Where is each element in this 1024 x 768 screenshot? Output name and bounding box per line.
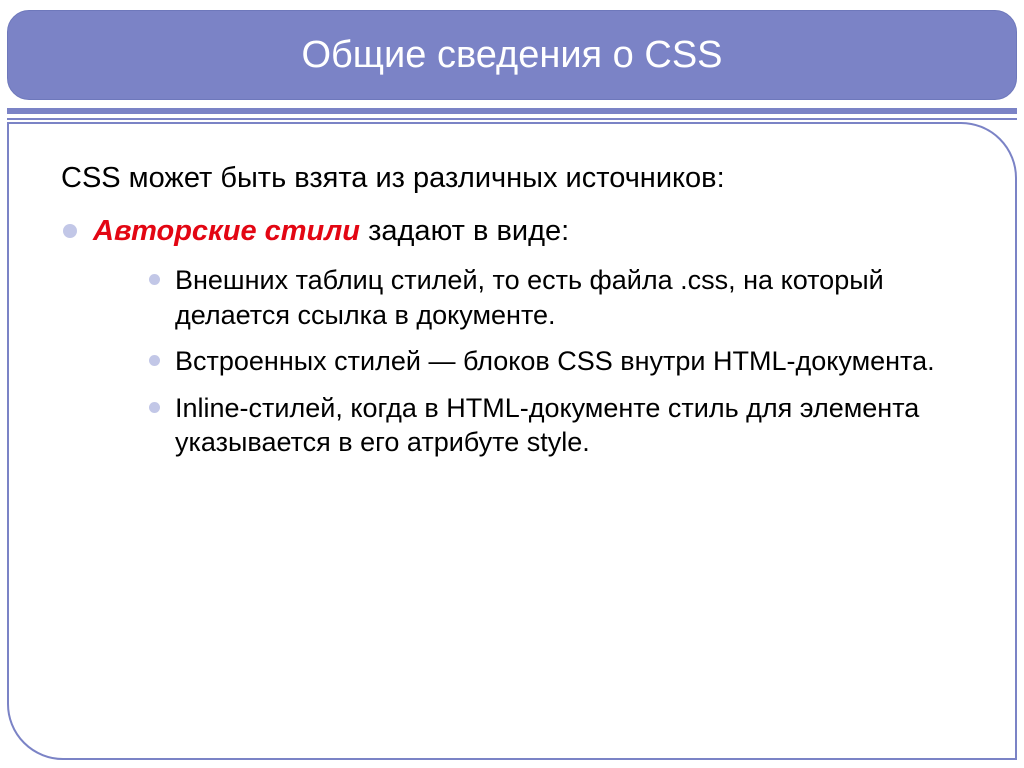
main-list-item: Авторские стили задают в виде: Внешних т…: [57, 213, 967, 460]
main-rest-text: задают в виде:: [360, 215, 569, 247]
sub-list-item: Встроенных стилей — блоков CSS внутри HT…: [145, 344, 967, 379]
slide-title: Общие сведения о CSS: [301, 34, 722, 77]
content-frame: CSS может быть взята из различных источн…: [7, 122, 1017, 760]
title-underline-thick: [7, 108, 1017, 114]
sub-list-item: Inline-стилей, когда в HTML-документе ст…: [145, 391, 967, 460]
sub-list-item: Внешних таблиц стилей, то есть файла .cs…: [145, 263, 967, 332]
slide-title-bar: Общие сведения о CSS: [7, 10, 1017, 100]
emphasis-text: Авторские стили: [93, 215, 360, 247]
intro-text: CSS может быть взята из различных источн…: [61, 162, 967, 195]
slide: Общие сведения о CSS CSS может быть взят…: [0, 0, 1024, 768]
title-underline-thin: [7, 118, 1017, 120]
sub-list: Внешних таблиц стилей, то есть файла .cs…: [145, 263, 967, 460]
main-list: Авторские стили задают в виде: Внешних т…: [57, 213, 967, 460]
